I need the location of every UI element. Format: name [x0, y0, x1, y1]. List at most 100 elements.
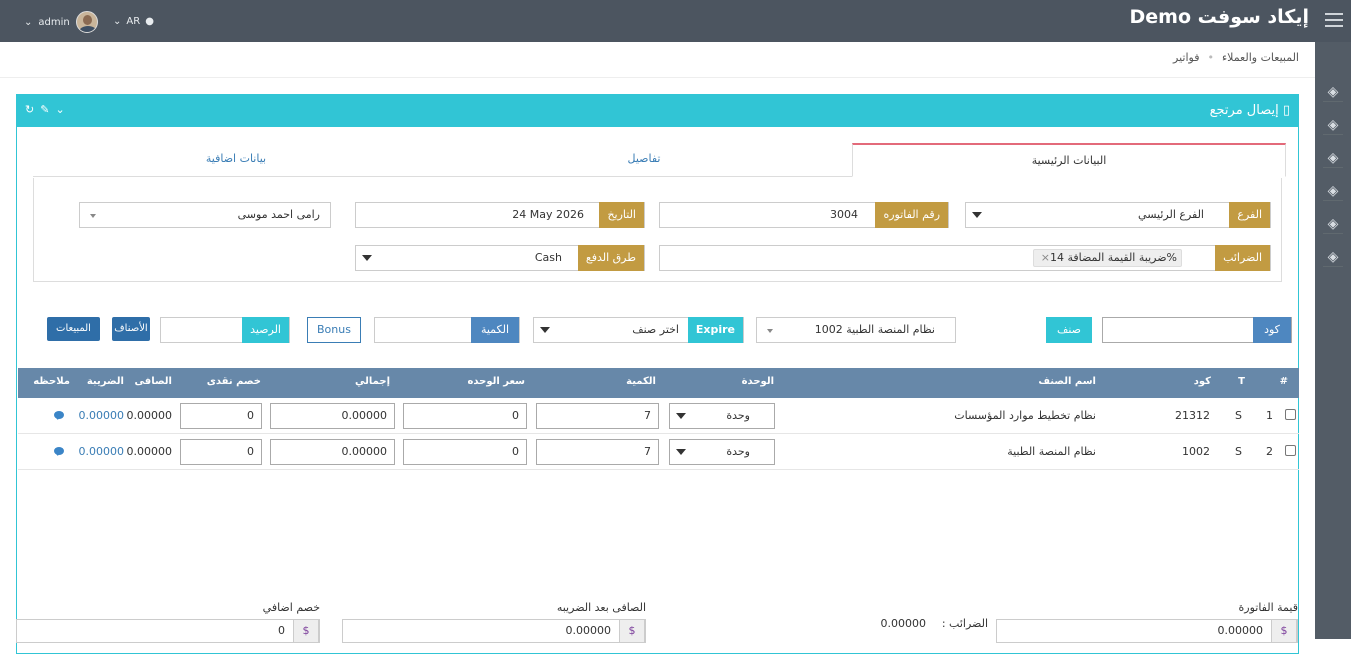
- qty-input[interactable]: 7: [536, 439, 659, 465]
- items-button[interactable]: الأصناف: [112, 317, 150, 341]
- chevron-down-icon: ⌄: [113, 16, 122, 27]
- row-checkbox[interactable]: [1285, 409, 1296, 420]
- item-select-placeholder: اختر صنف: [632, 323, 679, 336]
- balance-field[interactable]: الرصيد: [160, 317, 290, 343]
- chevron-down-icon: [767, 329, 773, 333]
- tabs: البيانات الرئيسية تفاصيل بيانات اضافية: [33, 143, 1286, 177]
- payment-method-value: Cash: [534, 251, 562, 264]
- chevron-down-icon: [972, 212, 982, 218]
- layers-icon[interactable]: ◈: [1323, 181, 1343, 201]
- tab-main-data[interactable]: البيانات الرئيسية: [852, 143, 1286, 177]
- class-button[interactable]: صنف: [1046, 317, 1092, 343]
- sales-button[interactable]: المبيعات: [47, 317, 100, 341]
- total-input[interactable]: 0.00000: [270, 439, 395, 465]
- product-value: نظام المنصة الطبية 1002: [814, 323, 935, 336]
- row-tax-link[interactable]: 0.00000: [79, 445, 125, 458]
- breadcrumb-separator: •: [1207, 51, 1214, 64]
- table-row[interactable]: 2 S 1002 نظام المنصة الطبية وحدة 7 0 0.0…: [18, 434, 1299, 470]
- product-select[interactable]: نظام المنصة الطبية 1002: [756, 317, 956, 343]
- cash-discount-input[interactable]: 0: [180, 403, 262, 429]
- col-cash-discount: خصم نقدى: [206, 376, 261, 387]
- row-type: S: [1235, 445, 1242, 458]
- breadcrumb-sales[interactable]: المبيعات والعملاء: [1222, 51, 1299, 64]
- top-bar: إيكاد سوفت Demo ⌄ admin ⌄ AR ●: [0, 0, 1351, 42]
- date-label: التاريخ: [599, 202, 644, 228]
- row-net: 0.00000: [126, 409, 173, 422]
- invoice-value-field[interactable]: $ 0.00000: [996, 619, 1298, 643]
- table-header: # T كود اسم الصنف الوحدة الكمية سعر الوح…: [18, 368, 1299, 398]
- payment-method-select[interactable]: طرق الدفع Cash: [355, 245, 645, 271]
- date-value: 24 May 2026: [512, 208, 584, 221]
- tax-chip[interactable]: ×ضريبة القيمة المضافة 14%: [1032, 249, 1182, 267]
- invoice-number-field[interactable]: رقم الفاتوره 3004: [659, 202, 949, 228]
- language-menu[interactable]: ⌄ AR ●: [113, 16, 154, 27]
- extra-discount-value: 0: [278, 624, 285, 637]
- invoice-number-value: 3004: [830, 208, 858, 221]
- net-after-tax-field[interactable]: $ 0.00000: [342, 619, 646, 643]
- extra-discount-field[interactable]: $ 0: [16, 619, 320, 643]
- tab-details[interactable]: تفاصيل: [436, 143, 852, 177]
- col-unit: الوحدة: [741, 376, 774, 387]
- cash-discount-input[interactable]: 0: [180, 439, 262, 465]
- refresh-icon[interactable]: ↻: [25, 103, 34, 116]
- item-select[interactable]: Expire اختر صنف: [533, 317, 744, 343]
- bonus-button[interactable]: Bonus: [307, 317, 361, 343]
- chevron-down-icon[interactable]: ⌄: [55, 103, 64, 116]
- branch-value: الفرع الرئيسي: [1138, 208, 1204, 221]
- layers-icon[interactable]: ◈: [1323, 115, 1343, 135]
- layers-icon[interactable]: ◈: [1323, 247, 1343, 267]
- extra-discount-label: خصم اضافي: [262, 601, 320, 614]
- wrench-icon[interactable]: ✎: [40, 103, 49, 116]
- breadcrumb: المبيعات والعملاء • فواتير: [1173, 51, 1299, 64]
- quantity-input[interactable]: الكمية: [374, 317, 520, 343]
- tab-extra-data[interactable]: بيانات اضافية: [36, 143, 436, 177]
- col-note: ملاحظه: [33, 376, 70, 387]
- row-code: 1002: [1182, 445, 1210, 458]
- branch-select[interactable]: الفرع الفرع الرئيسي: [965, 202, 1271, 228]
- col-qty: الكمية: [626, 376, 656, 387]
- price-input[interactable]: 0: [403, 403, 527, 429]
- comment-icon[interactable]: [54, 447, 64, 456]
- col-code: كود: [1193, 376, 1211, 387]
- invoice-value-label: قيمة الفاتورة: [1238, 601, 1298, 614]
- layers-icon[interactable]: ◈: [1323, 214, 1343, 234]
- taxes-total-value[interactable]: 0.00000: [881, 617, 927, 630]
- unit-select[interactable]: وحدة: [669, 403, 775, 429]
- price-input[interactable]: 0: [403, 439, 527, 465]
- row-num: 1: [1266, 409, 1273, 422]
- row-type: S: [1235, 409, 1242, 422]
- layers-icon[interactable]: ◈: [1323, 148, 1343, 168]
- panel-tools: ↻ ✎ ⌄: [25, 103, 65, 116]
- row-tax-link[interactable]: 0.00000: [79, 409, 125, 422]
- chevron-down-icon: [676, 449, 686, 455]
- chevron-down-icon: [362, 255, 372, 261]
- return-receipt-panel: ▯ إيصال مرتجع ↻ ✎ ⌄ البيانات الرئيسية تف…: [16, 94, 1299, 654]
- col-num: #: [1279, 376, 1288, 387]
- taxes-field[interactable]: الضرائب ×ضريبة القيمة المضافة 14%: [659, 245, 1271, 271]
- user-menu[interactable]: ⌄ admin: [24, 11, 98, 33]
- date-field[interactable]: التاريخ 24 May 2026: [355, 202, 645, 228]
- clipboard-icon: ▯: [1278, 103, 1290, 118]
- row-name: نظام المنصة الطبية: [1007, 445, 1096, 458]
- taxes-label: الضرائب: [1215, 245, 1270, 271]
- expire-label: Expire: [687, 317, 743, 343]
- menu-icon[interactable]: [1325, 13, 1343, 27]
- panel-header: ▯ إيصال مرتجع ↻ ✎ ⌄: [17, 95, 1298, 127]
- customer-value: رامى احمد موسى: [237, 208, 320, 221]
- total-input[interactable]: 0.00000: [270, 403, 395, 429]
- layers-icon[interactable]: ◈: [1323, 82, 1343, 102]
- unit-select[interactable]: وحدة: [669, 439, 775, 465]
- row-name: نظام تخطيط موارد المؤسسات: [954, 409, 1096, 422]
- close-icon[interactable]: ×: [1041, 251, 1050, 264]
- quantity-label: الكمية: [471, 317, 519, 343]
- qty-input[interactable]: 7: [536, 403, 659, 429]
- breadcrumb-invoices[interactable]: فواتير: [1173, 51, 1199, 64]
- row-checkbox[interactable]: [1285, 445, 1296, 456]
- taxes-total-label: الضرائب :: [941, 617, 988, 630]
- table-row[interactable]: 1 S 21312 نظام تخطيط موارد المؤسسات وحدة…: [18, 398, 1299, 434]
- comment-icon[interactable]: [54, 411, 64, 420]
- language-label: AR: [126, 16, 141, 27]
- code-input[interactable]: كود: [1102, 317, 1292, 343]
- row-num: 2: [1266, 445, 1273, 458]
- customer-select[interactable]: رامى احمد موسى: [79, 202, 331, 228]
